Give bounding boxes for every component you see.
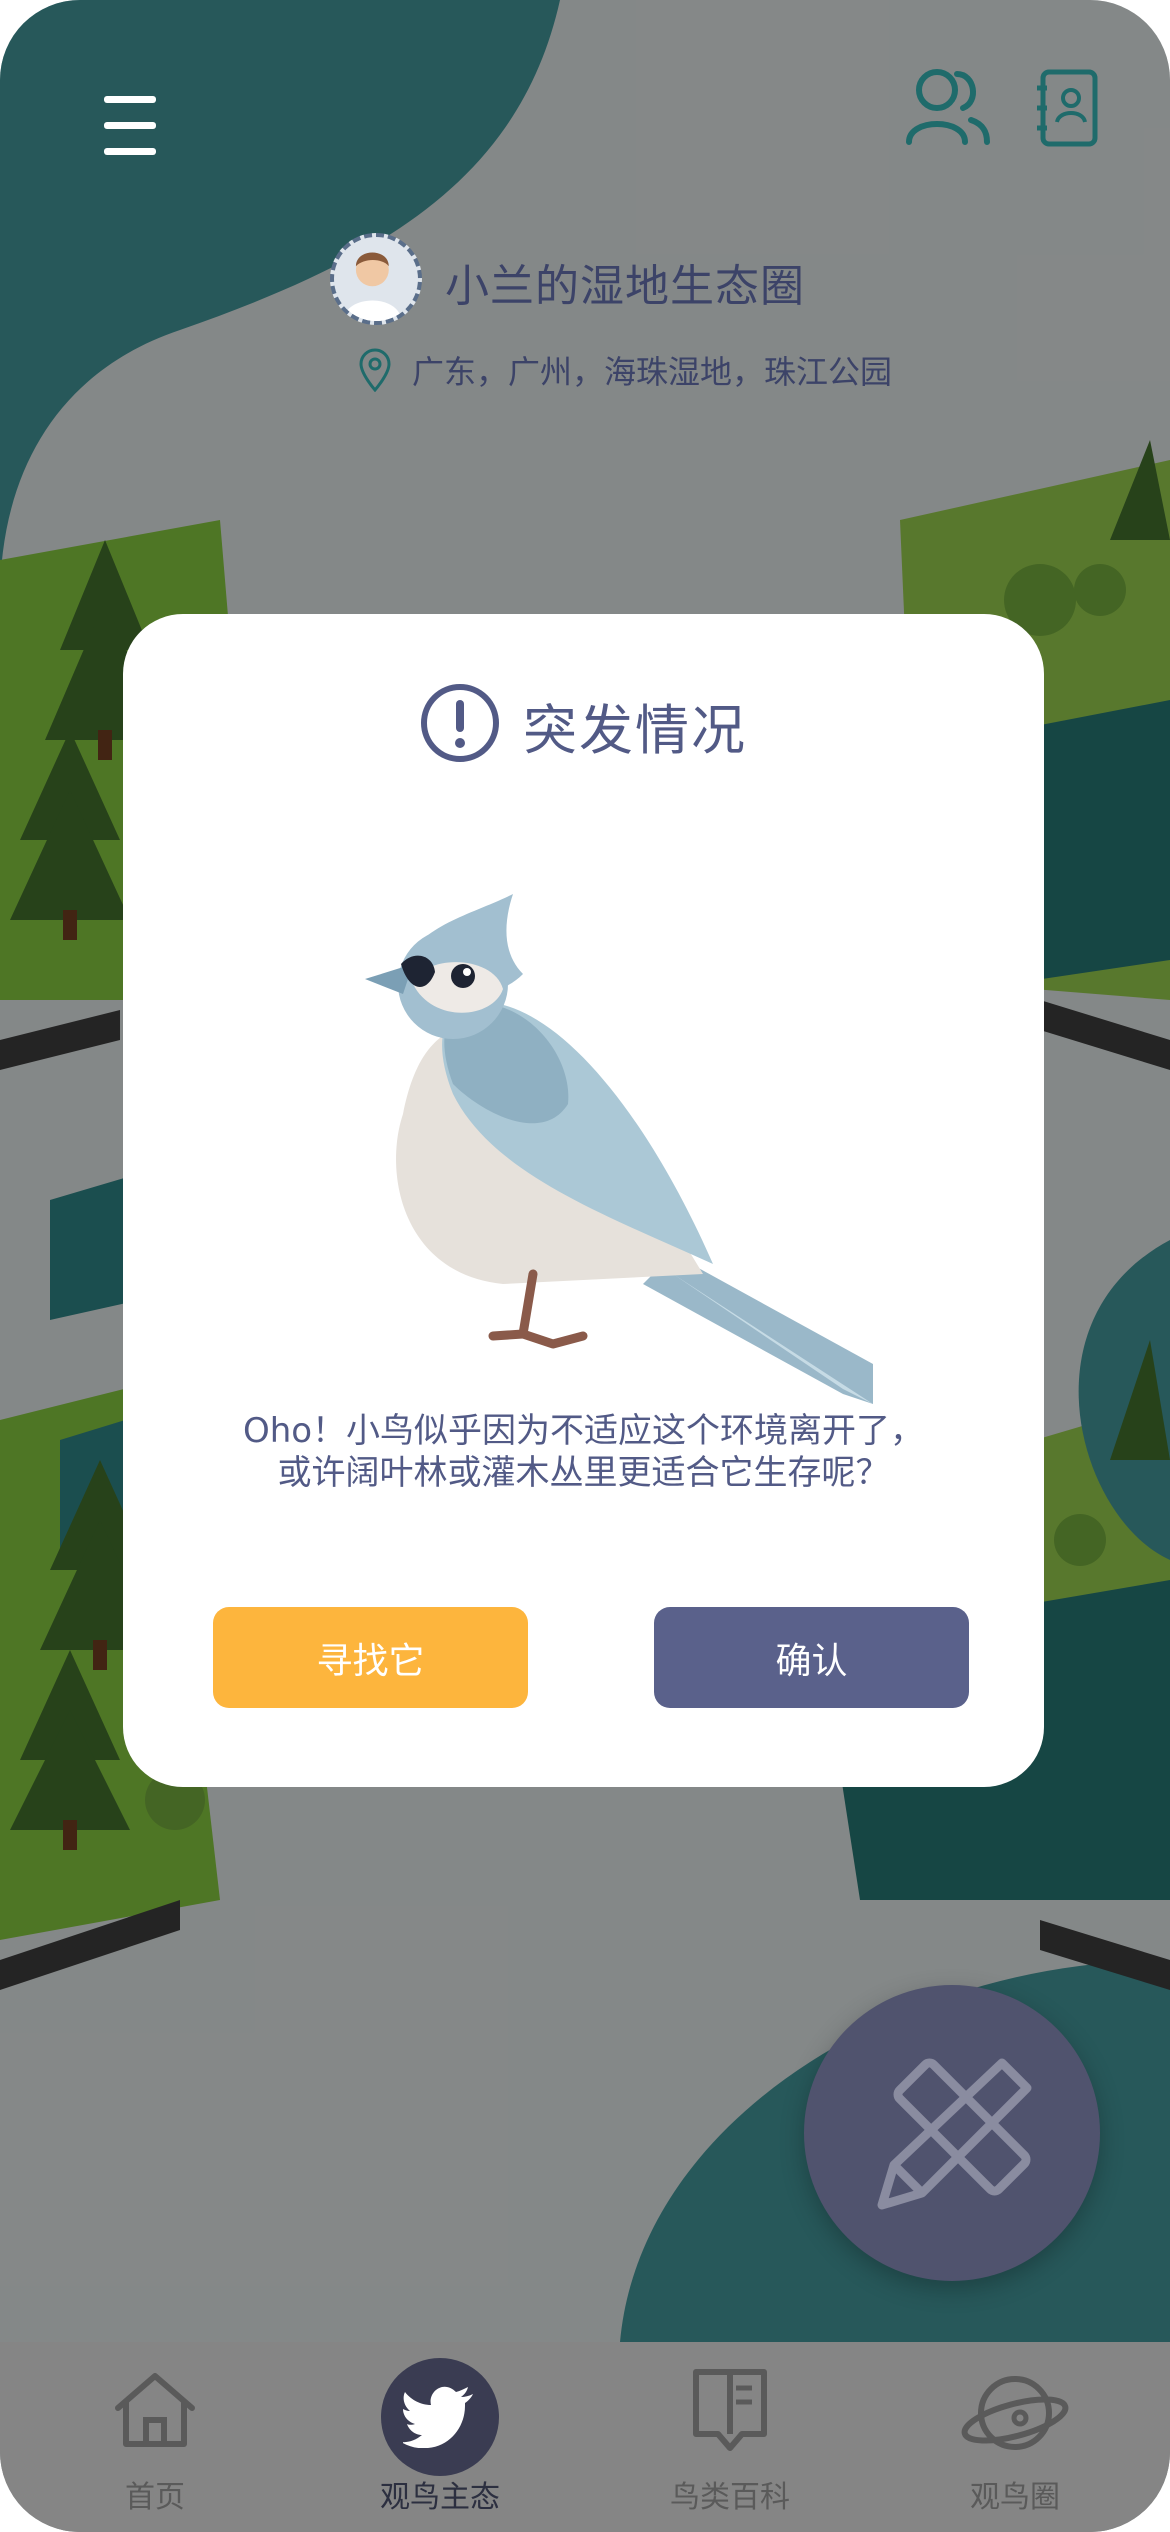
tab-birding-circle[interactable]: 观鸟圈 xyxy=(905,2342,1125,2532)
contacts-book-icon[interactable] xyxy=(1035,68,1099,148)
confirm-button[interactable]: 确认 xyxy=(654,1607,969,1708)
titmouse-bird-illustration xyxy=(365,894,873,1404)
dialog-title: 突发情况 xyxy=(523,699,747,762)
tab-home[interactable]: 首页 xyxy=(45,2342,265,2532)
friends-icon[interactable] xyxy=(905,66,991,146)
user-avatar[interactable] xyxy=(330,233,422,325)
location-pin-icon xyxy=(359,348,391,392)
tab-bird-encyclopedia[interactable]: 鸟类百科 xyxy=(620,2342,840,2532)
home-icon xyxy=(115,2373,195,2447)
ecosystem-title: 小兰的湿地生态圈 xyxy=(445,261,805,312)
app-screen: 小兰的湿地生态圈 广东，广州，海珠湿地，珠江公园 突发情况 Oho！小鸟似乎因为… xyxy=(0,0,1170,2532)
menu-line xyxy=(104,122,156,129)
tab-bird-ecology[interactable]: 观鸟主态 xyxy=(330,2342,550,2532)
menu-line xyxy=(104,148,156,155)
dialog-message-line-1: Oho！小鸟似乎因为不适应这个环境离开了， xyxy=(242,1411,925,1451)
bird-icon xyxy=(403,2386,473,2448)
exclamation-circle-icon xyxy=(421,684,499,762)
edit-tools-fab[interactable] xyxy=(804,1985,1100,2281)
tab-label: 鸟类百科 xyxy=(670,2480,790,2515)
tab-label: 观鸟主态 xyxy=(380,2480,500,2515)
planet-icon xyxy=(961,2376,1069,2450)
menu-icon[interactable] xyxy=(104,96,156,156)
pencil-ruler-icon xyxy=(877,2058,1032,2210)
avatar-portrait xyxy=(343,252,402,321)
book-icon xyxy=(693,2369,767,2451)
location-text: 广东，广州，海珠湿地，珠江公园 xyxy=(412,353,893,391)
dialog-message-line-2: 或许阔叶林或灌木丛里更适合它生存呢？ xyxy=(277,1453,890,1493)
find-it-button[interactable]: 寻找它 xyxy=(213,1607,528,1708)
sudden-event-dialog: 突发情况 Oho！小鸟似乎因为不适应这个环境离开了， 或许阔叶林或灌木丛里更适合… xyxy=(123,614,1044,1787)
dialog-message: Oho！小鸟似乎因为不适应这个环境离开了， 或许阔叶林或灌木丛里更适合它生存呢？ xyxy=(183,1410,984,1494)
menu-line xyxy=(104,96,156,103)
bottom-tab-bar: 首页 观鸟主态 鸟类百科 观鸟圈 xyxy=(0,2342,1170,2532)
tab-label: 首页 xyxy=(125,2480,185,2515)
tab-label: 观鸟圈 xyxy=(970,2480,1060,2515)
location-row: 广东，广州，海珠湿地，珠江公园 xyxy=(358,346,892,394)
